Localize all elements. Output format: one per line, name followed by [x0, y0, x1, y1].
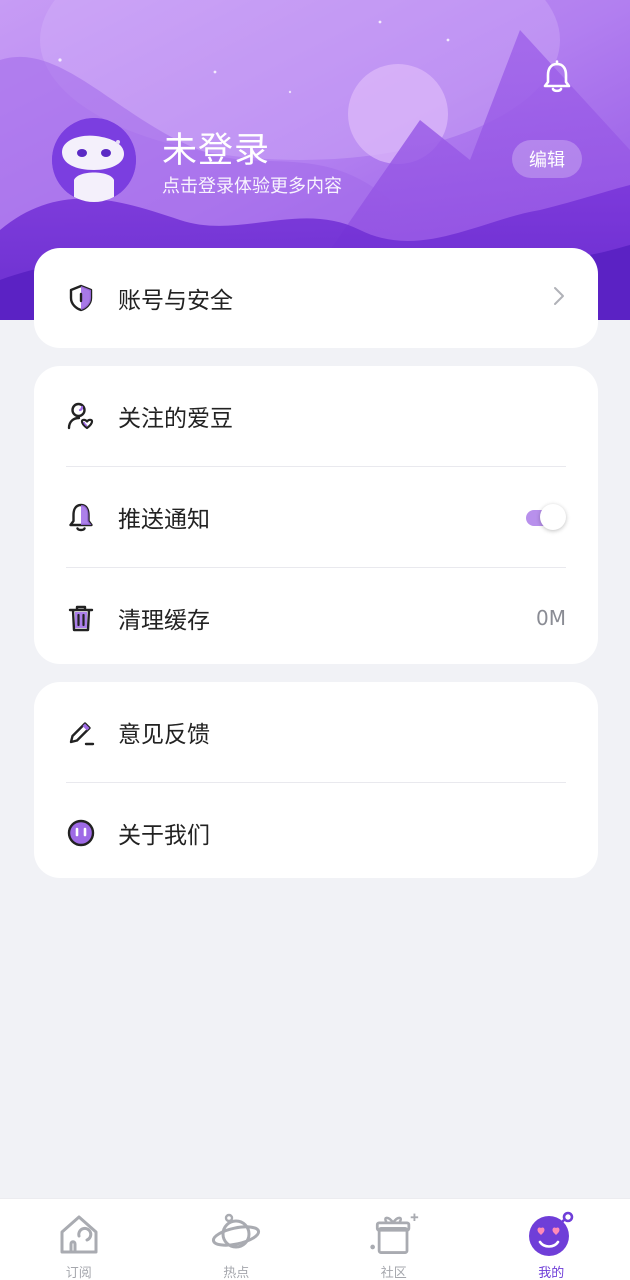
avatar[interactable] [52, 118, 136, 202]
menu-item-label: 推送通知 [118, 507, 210, 533]
menu-item-followed-idols[interactable]: 关注的爱豆 [34, 366, 598, 466]
tab-label: 我的 [538, 1266, 565, 1280]
tab-mine[interactable]: 我的 [473, 1199, 630, 1280]
login-prompt[interactable]: 点击登录体验更多内容 [162, 172, 342, 198]
menu-item-about-us[interactable]: 关于我们 [34, 783, 598, 883]
pencil-icon [66, 717, 96, 747]
cache-size-value: 0M [536, 606, 566, 630]
smile-face-icon [66, 818, 96, 848]
face-hearts-icon [525, 1209, 577, 1258]
toggle-knob [540, 504, 566, 530]
gift-box-icon [368, 1209, 420, 1258]
bell-icon [543, 60, 571, 93]
settings-group-account: 账号与安全 [34, 248, 598, 348]
user-heart-icon [66, 401, 96, 431]
shield-icon [66, 283, 96, 313]
menu-item-feedback[interactable]: 意见反馈 [34, 682, 598, 782]
settings-group-general: 关注的爱豆 推送通知 清理缓存 0M [34, 366, 598, 664]
bell-icon [66, 502, 96, 532]
planet-icon [210, 1209, 262, 1258]
menu-item-label: 账号与安全 [118, 288, 233, 314]
chevron-right-icon [552, 285, 566, 312]
username[interactable]: 未登录 [162, 122, 270, 173]
tab-label: 订阅 [65, 1266, 92, 1280]
tab-community[interactable]: 社区 [315, 1199, 473, 1280]
tab-label: 社区 [380, 1266, 407, 1280]
tab-subscribe[interactable]: 订阅 [0, 1199, 158, 1280]
bottom-tab-bar: 订阅 热点 社区 我的 [0, 1198, 630, 1280]
menu-item-account-security[interactable]: 账号与安全 [34, 248, 598, 348]
notification-button[interactable] [540, 60, 582, 102]
robot-avatar-icon [52, 118, 136, 202]
settings-group-support: 意见反馈 关于我们 [34, 682, 598, 878]
edit-button[interactable]: 编辑 [512, 140, 582, 178]
menu-item-label: 意见反馈 [118, 722, 210, 748]
house-icon [53, 1209, 105, 1258]
menu-item-label: 关于我们 [118, 823, 210, 849]
tab-label: 热点 [223, 1266, 250, 1280]
tab-hot[interactable]: 热点 [158, 1199, 316, 1280]
push-notification-toggle[interactable] [526, 504, 566, 530]
menu-item-label: 关注的爱豆 [118, 406, 233, 432]
menu-item-label: 清理缓存 [118, 608, 210, 634]
trash-icon [66, 603, 96, 633]
menu-item-clear-cache[interactable]: 清理缓存 0M [34, 568, 598, 668]
menu-item-push-notifications[interactable]: 推送通知 [34, 467, 598, 567]
